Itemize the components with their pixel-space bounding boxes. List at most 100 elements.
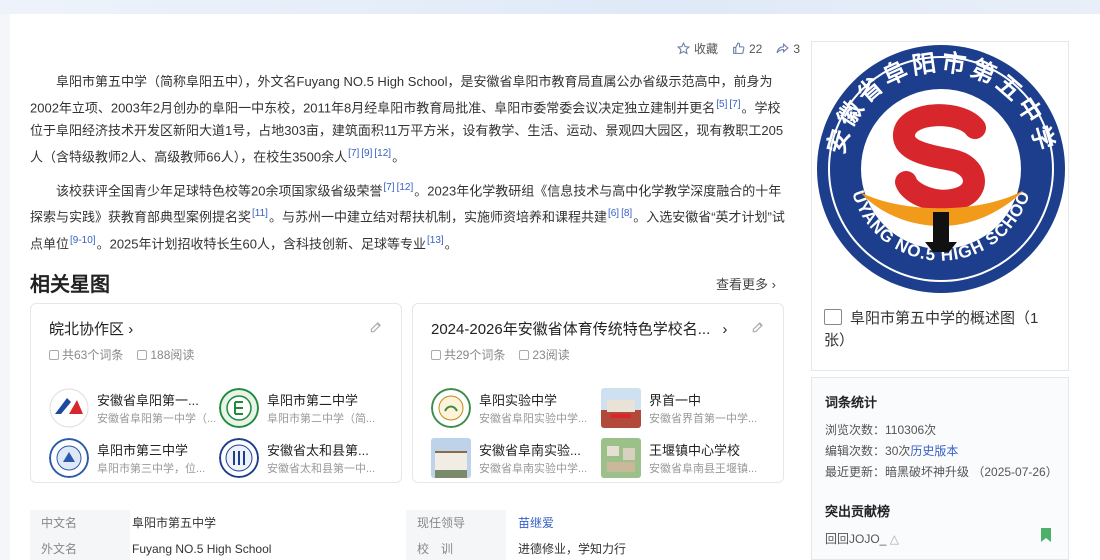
school-logo-icon — [219, 388, 259, 428]
overview-image-caption[interactable]: 阜阳市第五中学的概述图（1张） — [824, 308, 1060, 352]
leader-link[interactable]: 苗继爱 — [518, 510, 788, 536]
edits-value: 30次 — [885, 444, 911, 458]
reference-link[interactable]: [12] — [397, 182, 414, 193]
info-value: 进德修业，学知力行 — [518, 542, 627, 556]
chevron-right-icon: › — [128, 321, 134, 338]
info-label: 外文名 — [30, 536, 130, 560]
entry-desc: 安徽省太和县第一中... — [267, 463, 376, 475]
card-entry[interactable]: 安徽省太和县第... 安徽省太和县第一中... — [219, 438, 389, 480]
card-entry[interactable]: 界首一中 安徽省界首第一中学... — [601, 388, 771, 430]
info-value: 阜阳市第五中学 — [132, 516, 217, 530]
intro-text: 。 — [392, 149, 406, 165]
contributors-title: 突出贡献榜 — [825, 504, 891, 519]
entry-desc: 阜阳市第二中学（简... — [267, 413, 376, 425]
share-icon — [776, 42, 790, 54]
favorite-button[interactable]: 收藏 — [676, 40, 718, 57]
stats-title: 词条统计 — [825, 395, 878, 410]
intro-paragraph-1: 阜阳市第五中学（简称阜阳五中），外文名Fuyang NO.5 High Scho… — [30, 70, 788, 169]
card-entry[interactable]: 阜阳实验中学 安徽省阜阳实验中学... — [431, 388, 601, 430]
reference-link[interactable]: [11] — [252, 208, 268, 219]
read-count-text: 23阅读 — [532, 348, 570, 362]
updated-label: 最近更新： — [825, 465, 886, 479]
share-button[interactable]: 3 — [776, 42, 800, 56]
card-title-text: 2024-2026年安徽省体育传统特色学校名... — [431, 321, 711, 338]
reference-link[interactable]: [6] — [608, 208, 619, 219]
edit-icon[interactable] — [751, 320, 765, 334]
reference-link[interactable]: [9-10] — [70, 235, 96, 246]
like-count: 22 — [748, 41, 763, 56]
entry-count: 共29个词条 — [431, 346, 505, 363]
edits-line: 编辑次数：30次历史版本 — [825, 442, 958, 459]
like-button[interactable]: 22 — [732, 42, 762, 56]
reference-link[interactable]: [5] — [716, 99, 727, 110]
warning-icon: △ — [889, 532, 899, 546]
info-label: 校 训 — [406, 536, 506, 560]
campus-photo-icon — [601, 388, 641, 428]
reference-link[interactable]: [7] — [383, 182, 394, 193]
see-more-link[interactable]: 查看更多 › — [716, 274, 776, 293]
history-version-link[interactable]: 历史版本 — [910, 444, 958, 458]
info-label: 现任领导 — [406, 510, 506, 536]
entry-name: 阜阳市第二中学 — [267, 393, 359, 408]
intro-text: 。 — [444, 235, 458, 251]
list-icon — [431, 350, 441, 360]
entry-desc: 安徽省界首第一中学... — [649, 413, 758, 425]
entry-name: 王堰镇中心学校 — [649, 443, 741, 458]
contributor-name: 回回JOJO_ — [825, 532, 887, 546]
edits-label: 编辑次数： — [825, 444, 886, 458]
card-title[interactable]: 2024-2026年安徽省体育传统特色学校名... › — [431, 318, 727, 339]
info-value: Fuyang NO.5 High School — [132, 542, 272, 556]
school-logo-icon — [49, 438, 89, 478]
related-section-title: 相关星图 — [30, 274, 110, 296]
card-entry[interactable]: 阜阳市第二中学 阜阳市第二中学（简... — [219, 388, 389, 430]
contributor-user[interactable]: 回回JOJO_ △ — [825, 530, 899, 547]
entry-stats-panel: 词条统计 浏览次数：110306次 编辑次数：30次历史版本 最近更新：暗黑破坏… — [811, 377, 1069, 560]
entry-name: 安徽省阜南实验... — [479, 443, 581, 458]
entry-count: 共63个词条 — [49, 346, 123, 363]
intro-text: 。与苏州一中建立结对帮扶机制，实施师资培养和课程共建 — [268, 209, 607, 225]
top-banner — [0, 0, 1100, 14]
entry-desc: 安徽省阜阳实验中学... — [479, 413, 588, 425]
entry-name: 安徽省阜阳第一... — [97, 393, 199, 408]
read-count: 188阅读 — [137, 346, 194, 363]
read-count-text: 188阅读 — [150, 348, 195, 362]
card-entry[interactable]: 阜阳市第三中学 阜阳市第三中学，位... — [49, 438, 219, 480]
action-bar: 收藏 22 3 — [676, 40, 800, 57]
star-icon — [676, 42, 690, 55]
entry-name: 界首一中 — [649, 393, 702, 408]
entry-count-text: 共29个词条 — [444, 348, 506, 362]
school-logo-icon — [431, 388, 471, 428]
chevron-right-icon: › — [771, 277, 776, 292]
favorite-label: 收藏 — [693, 42, 718, 56]
entry-desc: 安徽省阜南县王堰镇... — [649, 463, 758, 475]
reference-link[interactable]: [7] — [348, 148, 359, 159]
related-card: 2024-2026年安徽省体育传统特色学校名... › 共29个词条 23阅读 … — [412, 303, 784, 483]
campus-photo-icon — [601, 438, 641, 478]
card-title-text: 皖北协作区 — [49, 321, 125, 338]
campus-photo-icon — [431, 438, 471, 478]
list-icon — [49, 350, 59, 360]
card-entry[interactable]: 王堰镇中心学校 安徽省阜南县王堰镇... — [601, 438, 771, 480]
edit-icon[interactable] — [369, 320, 383, 334]
reference-link[interactable]: [8] — [621, 208, 632, 219]
info-label: 中文名 — [30, 510, 130, 536]
reference-link[interactable]: [13] — [427, 235, 444, 246]
entry-name: 安徽省太和县第... — [267, 443, 369, 458]
intro-text: 该校获评全国青少年足球特色校等20余项国家级省级荣誉 — [56, 183, 383, 199]
intro-paragraph-2: 该校获评全国青少年足球特色校等20余项国家级省级荣誉[7] [12]。2023年化… — [30, 176, 788, 255]
reference-link[interactable]: [7] — [729, 99, 740, 110]
card-title[interactable]: 皖北协作区 › — [49, 318, 133, 339]
card-entry[interactable]: 安徽省阜阳第一... 安徽省阜阳第一中学（... — [49, 388, 219, 430]
book-icon — [137, 350, 148, 360]
views-line: 浏览次数：110306次 — [825, 421, 936, 438]
card-meta: 共63个词条 188阅读 — [49, 346, 194, 363]
reference-link[interactable]: [9] — [361, 148, 372, 159]
image-icon — [824, 309, 842, 325]
overview-image-card[interactable]: 安徽省阜阳市第五中学 FUYANG NO.5 HIGH SCHOOL 阜阳市第五… — [811, 41, 1069, 371]
reference-link[interactable]: [12] — [374, 148, 391, 159]
entry-desc: 阜阳市第三中学，位... — [97, 463, 206, 475]
book-icon — [519, 350, 530, 360]
school-logo-icon — [219, 438, 259, 478]
see-more-label: 查看更多 — [716, 277, 769, 292]
card-entry[interactable]: 安徽省阜南实验... 安徽省阜南实验中学... — [431, 438, 601, 480]
